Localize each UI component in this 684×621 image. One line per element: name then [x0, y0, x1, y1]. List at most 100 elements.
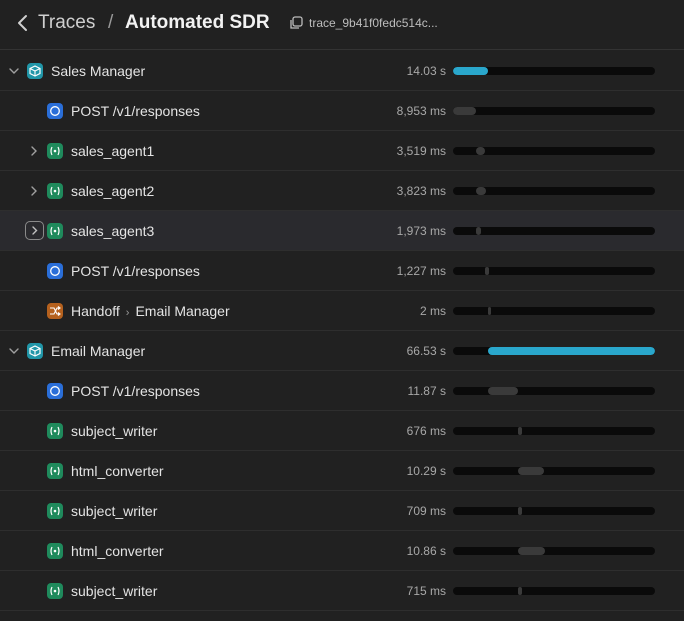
span-row[interactable]: html_converter 10.29 s	[0, 451, 684, 491]
chevron-down-icon[interactable]	[6, 343, 22, 359]
chevron-right-icon[interactable]	[25, 221, 44, 240]
span-row[interactable]: Handoff › Email Manager 2 ms	[0, 291, 684, 331]
chevron-down-icon[interactable]	[6, 63, 22, 79]
trace-id[interactable]: trace_9b41f0fedc514c...	[309, 16, 438, 30]
span-tree: Sales Manager 14.03 s POST /v1/responses 8,…	[0, 51, 684, 611]
timeline-bar	[518, 467, 544, 475]
agent-tool-icon	[47, 223, 63, 239]
span-label: POST /v1/responses	[71, 383, 200, 399]
span-row[interactable]: POST /v1/responses 11.87 s	[0, 371, 684, 411]
span-row[interactable]: sales_agent1 3,519 ms	[0, 131, 684, 171]
span-label: html_converter	[71, 543, 164, 559]
span-duration: 10.29 s	[406, 464, 446, 478]
handoff-arrow-icon: ›	[125, 307, 130, 319]
timeline-bar	[488, 307, 491, 315]
page-title: Automated SDR	[125, 12, 270, 33]
span-row[interactable]: POST /v1/responses 8,953 ms	[0, 91, 684, 131]
timeline-track	[453, 147, 655, 155]
span-duration: 11.87 s	[407, 384, 446, 398]
span-label: Handoff › Email Manager	[71, 303, 230, 319]
span-name: subject_writer	[71, 503, 158, 519]
breadcrumb-separator: /	[108, 12, 114, 33]
copy-icon[interactable]	[289, 16, 303, 30]
span-duration: 8,953 ms	[396, 104, 446, 118]
span-label: sales_agent2	[71, 183, 154, 199]
chevron-right-icon[interactable]	[26, 143, 42, 159]
timeline-bar	[476, 187, 486, 195]
agent-tool-icon	[47, 583, 63, 599]
timeline-track	[453, 227, 655, 235]
timeline-track	[453, 547, 655, 555]
span-duration: 10.86 s	[406, 544, 446, 558]
span-duration: 3,519 ms	[396, 144, 446, 158]
span-label: Email Manager	[51, 343, 145, 359]
span-duration: 3,823 ms	[396, 184, 446, 198]
span-row[interactable]: subject_writer 676 ms	[0, 411, 684, 451]
span-name: html_converter	[71, 463, 164, 479]
timeline-bar	[485, 267, 489, 275]
span-label: POST /v1/responses	[71, 103, 200, 119]
span-row[interactable]: html_converter 10.86 s	[0, 531, 684, 571]
span-name: sales_agent2	[71, 183, 155, 199]
span-name: Handoff	[71, 303, 120, 319]
timeline-bar	[518, 427, 522, 435]
span-name: Email Manager	[51, 343, 146, 359]
span-name: html_converter	[71, 543, 164, 559]
trace-header: Traces / Automated SDR trace_9b41f0fedc5…	[0, 0, 684, 50]
span-name: POST /v1/responses	[71, 263, 200, 279]
timeline-track	[453, 347, 655, 355]
span-row[interactable]: sales_agent2 3,823 ms	[0, 171, 684, 211]
timeline-track	[453, 587, 655, 595]
span-label: subject_writer	[71, 423, 157, 439]
agent-tool-icon	[47, 143, 63, 159]
span-label: Sales Manager	[51, 63, 145, 79]
breadcrumb-traces[interactable]: Traces	[38, 12, 95, 34]
timeline-bar	[476, 227, 481, 235]
span-name: sales_agent3	[71, 223, 155, 239]
span-duration: 1,973 ms	[396, 224, 446, 238]
span-duration: 14.03 s	[406, 64, 446, 78]
span-row[interactable]: subject_writer 715 ms	[0, 571, 684, 611]
timeline-bar	[518, 547, 545, 555]
timeline-track	[453, 307, 655, 315]
timeline-track	[453, 107, 655, 115]
timeline-track	[453, 67, 655, 75]
timeline-track	[453, 427, 655, 435]
span-duration: 709 ms	[406, 504, 446, 518]
span-label: sales_agent3	[71, 223, 154, 239]
span-duration: 1,227 ms	[396, 264, 446, 278]
handoff-icon	[47, 303, 63, 319]
agent-tool-icon	[47, 463, 63, 479]
timeline-bar	[518, 587, 522, 595]
span-row[interactable]: Email Manager 66.53 s	[0, 331, 684, 371]
timeline-bar	[476, 147, 485, 155]
span-label: sales_agent1	[71, 143, 154, 159]
span-duration: 2 ms	[419, 304, 446, 318]
timeline-bar	[488, 387, 518, 395]
back-chevron-icon[interactable]	[14, 12, 32, 34]
agent-tool-icon	[47, 423, 63, 439]
span-name: subject_writer	[71, 583, 158, 599]
timeline-bar	[488, 347, 655, 355]
agent-cube-icon	[27, 343, 43, 359]
handoff-target: Email Manager	[135, 303, 230, 319]
post-response-icon	[47, 103, 63, 119]
post-response-icon	[47, 263, 63, 279]
post-response-icon	[47, 383, 63, 399]
chevron-right-icon[interactable]	[26, 183, 42, 199]
span-row[interactable]: sales_agent3 1,973 ms	[0, 211, 684, 251]
span-label: POST /v1/responses	[71, 263, 200, 279]
span-duration: 676 ms	[406, 424, 446, 438]
agent-cube-icon	[27, 63, 43, 79]
timeline-track	[453, 187, 655, 195]
span-label: html_converter	[71, 463, 164, 479]
span-name: POST /v1/responses	[71, 103, 200, 119]
span-row[interactable]: POST /v1/responses 1,227 ms	[0, 251, 684, 291]
timeline-bar	[518, 507, 522, 515]
span-row[interactable]: subject_writer 709 ms	[0, 491, 684, 531]
span-name: sales_agent1	[71, 143, 155, 159]
timeline-track	[453, 387, 655, 395]
timeline-bar	[453, 107, 476, 115]
timeline-track	[453, 267, 655, 275]
span-row[interactable]: Sales Manager 14.03 s	[0, 51, 684, 91]
